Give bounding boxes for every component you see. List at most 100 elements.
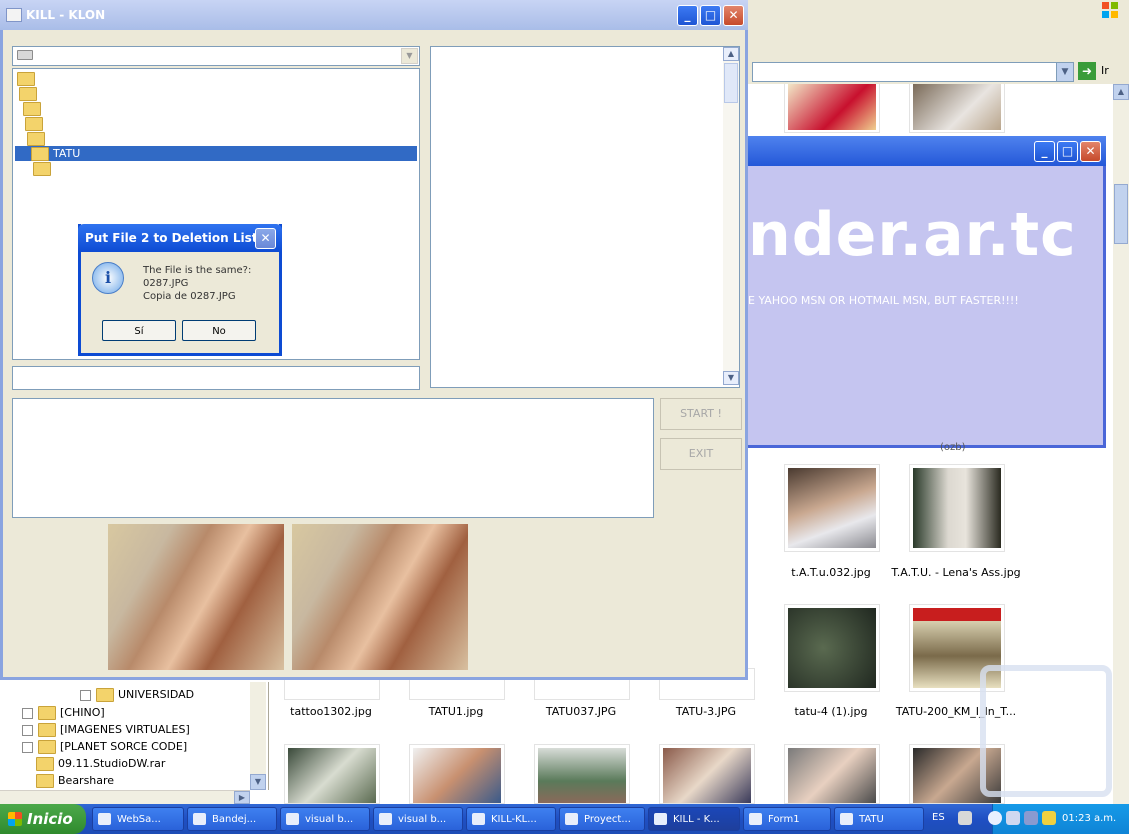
folder-item[interactable]: UNIVERSIDAD [80, 686, 194, 703]
tree-folder[interactable] [19, 86, 41, 101]
thumbnail-image [663, 748, 751, 803]
folder-item[interactable]: [PLANET SORCE CODE] [22, 738, 187, 755]
thumbnail[interactable] [409, 744, 505, 804]
maximize-icon[interactable]: □ [700, 5, 721, 26]
thumbnail-image [538, 748, 626, 803]
folder-open-icon [23, 102, 41, 116]
ad-window-titlebar: _ □ ✕ [748, 136, 1106, 166]
thumbnail[interactable] [659, 744, 755, 804]
main-window-titlebar[interactable]: _ □ ✕ [0, 0, 748, 30]
exit-button[interactable]: EXIT [660, 438, 742, 470]
path-textbox[interactable] [12, 366, 420, 390]
ad-subtext: E YAHOO MSN OR HOTMAIL MSN, BUT FASTER!!… [748, 294, 1019, 307]
close-icon[interactable]: ✕ [255, 228, 276, 249]
taskbar-item[interactable]: Proyect... [559, 807, 645, 831]
network-icon[interactable] [1006, 811, 1020, 825]
folder-item[interactable]: 09.11.StudioDW.rar [36, 755, 165, 772]
start-button[interactable]: START ! [660, 398, 742, 430]
taskbar-item[interactable]: Bandej... [187, 807, 277, 831]
tree-folder[interactable] [25, 116, 47, 131]
expand-icon[interactable] [22, 707, 33, 719]
address-input[interactable]: ▼ [752, 62, 1074, 82]
scroll-right-icon[interactable]: ▶ [234, 791, 250, 804]
taskbar-item[interactable]: visual b... [280, 807, 370, 831]
folder-item[interactable]: [CHINO] [22, 704, 105, 721]
thumbnail[interactable] [909, 464, 1005, 552]
project-icon [565, 813, 578, 825]
go-button-label[interactable]: Ir [1101, 64, 1109, 77]
taskbar-item[interactable]: KILL-KL... [466, 807, 556, 831]
preview-image-2 [292, 524, 468, 670]
taskbar-item[interactable]: Form1 [743, 807, 831, 831]
thumbnail-image [788, 468, 876, 548]
drive-icon [17, 50, 33, 60]
drive-select[interactable]: ▼ [12, 46, 420, 66]
scroll-thumb[interactable] [1114, 184, 1128, 244]
thumbnail[interactable] [284, 744, 380, 804]
dialog-title: Put File 2 to Deletion List? [85, 231, 265, 245]
log-textbox[interactable] [12, 398, 654, 518]
expand-icon[interactable] [22, 741, 33, 753]
preview-image-1 [108, 524, 284, 670]
folder-label: 09.11.StudioDW.rar [58, 757, 166, 770]
maximize-icon[interactable]: □ [1057, 141, 1078, 162]
minimize-icon[interactable]: _ [1034, 141, 1055, 162]
go-arrow-icon[interactable]: ➜ [1078, 62, 1096, 80]
taskbar-item[interactable]: visual b... [373, 807, 463, 831]
chevron-down-icon[interactable]: ▼ [401, 48, 418, 64]
ad-headline[interactable]: nder.ar.tc [748, 200, 1077, 270]
minimize-icon[interactable]: _ [677, 5, 698, 26]
scroll-down-icon[interactable]: ▼ [723, 371, 739, 385]
explorer-watermark [980, 665, 1112, 797]
thumbnail[interactable] [784, 464, 880, 552]
tree-folder[interactable] [17, 71, 39, 86]
tree-folder[interactable] [27, 131, 49, 146]
tray-expand-icon[interactable] [988, 811, 1002, 825]
folder-pane-scrollbar[interactable]: ▼ [250, 682, 266, 790]
folder-open-icon [31, 147, 49, 161]
scroll-up-icon[interactable]: ▲ [1113, 84, 1129, 100]
clock[interactable]: 01:23 a.m. [1062, 813, 1116, 824]
file-list-scrollbar[interactable]: ▲ ▼ [723, 47, 739, 385]
tree-folder[interactable] [33, 161, 55, 176]
alert-icon[interactable] [1042, 811, 1056, 825]
no-button[interactable]: No [182, 320, 256, 341]
taskbar-item[interactable]: TATU [834, 807, 924, 831]
folder-item[interactable]: Bearshare [36, 772, 114, 789]
close-icon[interactable]: ✕ [723, 5, 744, 26]
window-title: KILL - KLON [26, 8, 106, 22]
form-icon [749, 813, 762, 825]
scroll-thumb[interactable] [724, 63, 738, 103]
taskbar-item-active[interactable]: KILL - K... [648, 807, 740, 831]
folder-open-icon [25, 117, 43, 131]
folder-item[interactable]: [IMAGENES VIRTUALES] [22, 721, 190, 738]
tree-folder[interactable] [23, 101, 45, 116]
taskbar-item-label: KILL - K... [673, 814, 720, 825]
address-dropdown-icon[interactable]: ▼ [1056, 63, 1073, 81]
explorer-scrollbar[interactable]: ▲ [1113, 84, 1129, 804]
language-indicator[interactable]: ES [932, 812, 945, 823]
taskbar-item[interactable]: WebSa... [92, 807, 184, 831]
scroll-down-icon[interactable]: ▼ [250, 774, 266, 790]
taskbar-item-label: Form1 [768, 814, 800, 825]
thumbnail[interactable] [784, 744, 880, 804]
start-button[interactable]: Inicio [0, 804, 86, 834]
expand-icon[interactable] [22, 724, 33, 736]
scroll-up-icon[interactable]: ▲ [723, 47, 739, 61]
app-icon [654, 813, 667, 825]
volume-icon[interactable] [1024, 811, 1038, 825]
thumbnail[interactable] [784, 604, 880, 692]
dialog-message-line: Copia de 0287.JPG [143, 291, 236, 302]
thumbnail[interactable] [784, 84, 880, 133]
file-list[interactable]: ▲ ▼ [430, 46, 740, 388]
keyboard-icon[interactable] [958, 811, 972, 825]
tree-folder-selected[interactable]: TATU [15, 146, 417, 161]
thumbnail-caption: TATU-3.JPG [675, 705, 737, 718]
close-icon[interactable]: ✕ [1080, 141, 1101, 162]
folder-label: [CHINO] [60, 706, 105, 719]
expand-icon[interactable] [80, 689, 91, 701]
thumbnail[interactable] [534, 744, 630, 804]
yes-button[interactable]: Sí [102, 320, 176, 341]
folder-pane-hscrollbar[interactable]: ▶ [0, 790, 250, 805]
thumbnail[interactable] [909, 84, 1005, 133]
